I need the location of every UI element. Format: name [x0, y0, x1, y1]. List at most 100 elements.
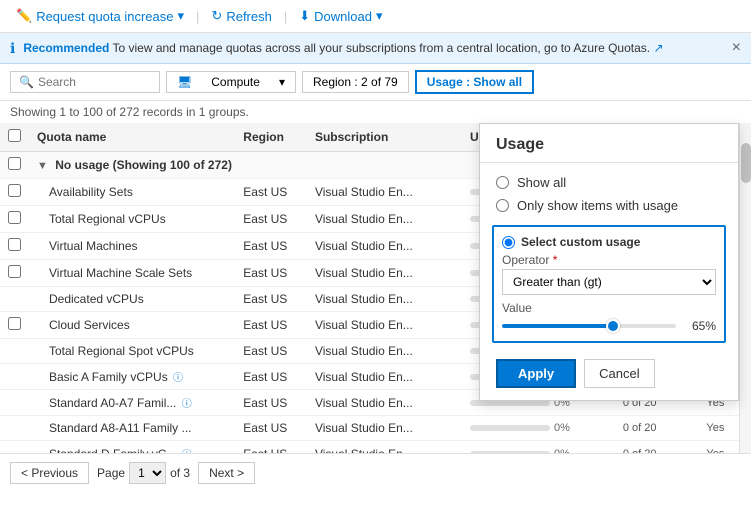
edit-icon: ✏️ [16, 8, 32, 24]
row-region: East US [235, 364, 307, 390]
row-subscription: Visual Studio En... [307, 416, 443, 441]
slider-pct-label: 65% [684, 319, 716, 333]
custom-usage-radio[interactable] [502, 236, 515, 249]
group-checkbox-input[interactable] [8, 157, 21, 170]
info-badge-2[interactable]: ⓘ [182, 399, 192, 410]
header-subscription: Subscription [307, 123, 443, 152]
chevron-down-icon-3: ▾ [279, 75, 285, 89]
download-label: Download [314, 9, 372, 24]
group-toggle-icon[interactable]: ▼ [37, 160, 48, 172]
search-icon: 🔍 [19, 75, 34, 89]
header-region: Region [235, 123, 307, 152]
row-region: East US [235, 179, 307, 206]
required-star: * [553, 253, 558, 267]
radio-group: Show all Only show items with usage [480, 171, 738, 217]
group-row-text: No usage (Showing 100 of 272) [55, 158, 232, 172]
operator-label: Operator * [502, 253, 716, 267]
row-region: East US [235, 287, 307, 312]
records-text: Showing 1 to 100 of 272 records in 1 gro… [10, 105, 249, 119]
refresh-icon: ↻ [211, 8, 222, 24]
row-checkbox[interactable] [8, 211, 21, 224]
row-checkbox[interactable] [8, 238, 21, 251]
request-quota-btn[interactable]: ✏️ Request quota increase ▾ [10, 6, 190, 26]
header-checkbox-col [0, 123, 29, 152]
usage-filter-btn[interactable]: Usage : Show all [415, 70, 534, 94]
slider-row: 65% [502, 319, 716, 333]
row-subscription: Visual Studio En... [307, 390, 443, 416]
row-subscription: Visual Studio En... [307, 364, 443, 390]
operator-label-text: Operator [502, 253, 549, 267]
group-checkbox [0, 152, 29, 179]
row-region: East US [235, 390, 307, 416]
chevron-down-icon: ▾ [178, 8, 185, 24]
row-region: East US [235, 206, 307, 233]
toolbar: ✏️ Request quota increase ▾ | ↻ Refresh … [0, 0, 751, 33]
refresh-label: Refresh [226, 9, 272, 24]
banner-close-btn[interactable]: × [732, 39, 741, 57]
request-quota-label: Request quota increase [36, 9, 173, 24]
info-icon: ℹ [10, 40, 15, 57]
scrollbar[interactable] [739, 123, 751, 492]
custom-usage-box: Select custom usage Operator * Greater t… [492, 225, 726, 343]
previous-btn[interactable]: < Previous [10, 462, 89, 484]
usage-slider[interactable] [502, 324, 676, 328]
usage-label: Usage : Show all [427, 75, 522, 89]
row-quota-name: Basic A Family vCPUs ⓘ [29, 364, 235, 390]
row-region: East US [235, 260, 307, 287]
row-adjustable: Yes [698, 416, 739, 441]
page-select[interactable]: 1 2 3 [129, 462, 166, 484]
custom-usage-row: Select custom usage [502, 235, 716, 249]
row-quota-name: Availability Sets [29, 179, 235, 206]
cancel-btn[interactable]: Cancel [584, 359, 654, 388]
only-show-radio[interactable] [496, 199, 509, 212]
show-all-radio[interactable] [496, 176, 509, 189]
show-all-option[interactable]: Show all [496, 171, 722, 194]
row-checkbox[interactable] [8, 265, 21, 278]
row-subscription: Visual Studio En... [307, 287, 443, 312]
only-show-label: Only show items with usage [517, 198, 678, 213]
download-btn[interactable]: ⬇ Download ▾ [293, 6, 388, 26]
only-show-option[interactable]: Only show items with usage [496, 194, 722, 217]
of-label-text: of 3 [170, 466, 190, 480]
custom-usage-label: Select custom usage [521, 235, 640, 249]
main-area: Quota name Region Subscription Usage ble… [0, 123, 751, 492]
row-region: East US [235, 339, 307, 364]
row-checkbox[interactable] [8, 317, 21, 330]
compute-icon: 🖥 [177, 75, 192, 89]
show-all-label: Show all [517, 175, 566, 190]
row-subscription: Visual Studio En... [307, 339, 443, 364]
filter-bar: 🔍 🖥 Compute ▾ Region : 2 of 79 Usage : S… [0, 64, 751, 101]
row-usage-num: 0 of 20 [615, 416, 699, 441]
header-quota-name: Quota name [29, 123, 235, 152]
compute-filter-btn[interactable]: 🖥 Compute ▾ [166, 71, 296, 93]
search-input[interactable] [38, 75, 148, 89]
operator-select[interactable]: Greater than (gt) Less than (lt) Equal t… [502, 269, 716, 295]
row-empty [443, 179, 462, 206]
row-quota-name: Virtual Machine Scale Sets [29, 260, 235, 287]
table-row: Standard A8-A11 Family ... East US Visua… [0, 416, 739, 441]
row-subscription: Visual Studio En... [307, 206, 443, 233]
row-checkbox[interactable] [8, 184, 21, 197]
row-quota-name: Total Regional vCPUs [29, 206, 235, 233]
panel-actions: Apply Cancel [480, 351, 738, 388]
scrollbar-thumb[interactable] [741, 143, 751, 183]
next-btn[interactable]: Next > [198, 462, 255, 484]
row-quota-name: Total Regional Spot vCPUs [29, 339, 235, 364]
row-quota-name: Standard A0-A7 Famil... ⓘ [29, 390, 235, 416]
row-subscription: Visual Studio En... [307, 233, 443, 260]
usage-panel: Usage Show all Only show items with usag… [479, 123, 739, 401]
row-region: East US [235, 233, 307, 260]
info-badge[interactable]: ⓘ [173, 373, 183, 384]
region-filter-btn[interactable]: Region : 2 of 79 [302, 71, 409, 93]
info-banner: ℹ Recommended To view and manage quotas … [0, 33, 751, 64]
chevron-down-icon-2: ▾ [376, 8, 383, 24]
select-all-checkbox[interactable] [8, 129, 21, 142]
pagination: < Previous Page 1 2 3 of 3 Next > [0, 453, 751, 492]
refresh-btn[interactable]: ↻ Refresh [205, 6, 277, 26]
row-quota-name: Virtual Machines [29, 233, 235, 260]
external-link-icon[interactable]: ↗ [653, 41, 663, 55]
row-quota-name: Cloud Services [29, 312, 235, 339]
download-icon: ⬇ [299, 8, 310, 24]
apply-btn[interactable]: Apply [496, 359, 576, 388]
page-select-area: Page 1 2 3 of 3 [97, 462, 190, 484]
